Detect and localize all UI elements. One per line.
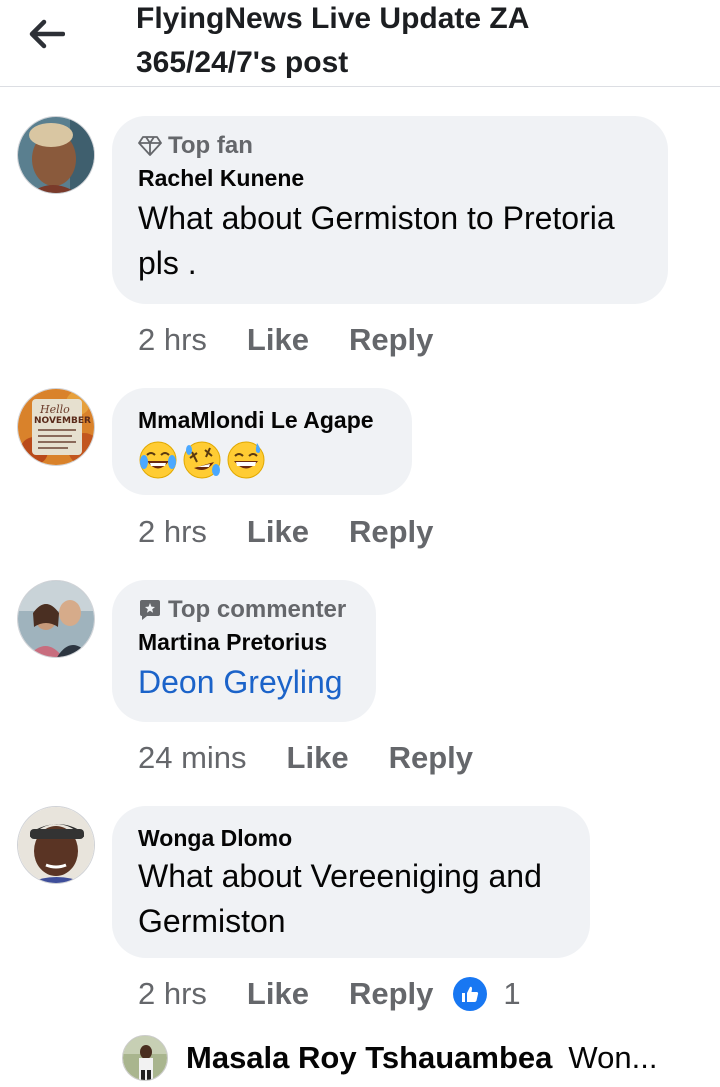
comment-author[interactable]: Martina Pretorius <box>138 626 350 658</box>
badge-label: Top fan <box>168 132 253 159</box>
avatar[interactable] <box>17 806 95 884</box>
avatar-hello-text: Hello <box>39 403 70 416</box>
reply-author[interactable]: Masala Roy Tshauambea <box>186 1040 552 1076</box>
post-header: FlyingNews Live Update ZA 365/24/7's pos… <box>0 0 720 87</box>
comment-bubble[interactable]: Top commenter Martina Pretorius Deon Gre… <box>112 580 376 722</box>
comment-author[interactable]: Wonga Dlomo <box>138 822 564 854</box>
comment-author[interactable]: MmaMlondi Le Agape <box>138 404 386 436</box>
reply-button[interactable]: Reply <box>349 512 433 552</box>
avatar-november-text: NOVEMBER <box>34 416 91 426</box>
like-button[interactable]: Like <box>247 974 309 1014</box>
like-button[interactable]: Like <box>247 512 309 552</box>
back-button[interactable] <box>22 12 72 56</box>
comment-bubble[interactable]: Top fan Rachel Kunene What about Germist… <box>112 116 668 304</box>
reply-snippet: Won... <box>568 1040 658 1075</box>
like-reaction-icon <box>453 977 488 1011</box>
comment-timestamp[interactable]: 2 hrs <box>138 512 207 552</box>
like-button[interactable]: Like <box>247 320 309 360</box>
rolling-laughing-emoji <box>183 441 221 479</box>
comment-star-icon <box>140 600 160 620</box>
reply-button[interactable]: Reply <box>349 320 433 360</box>
comment-text: What about Vereeniging and Germiston <box>138 858 542 939</box>
avatar[interactable] <box>17 580 95 658</box>
page-title-line1: FlyingNews Live Update ZA <box>136 2 530 35</box>
comment-actions: 24 mins Like Reply <box>138 738 513 778</box>
badge-label: Top commenter <box>168 596 347 623</box>
avatar[interactable] <box>122 1035 168 1081</box>
avatar[interactable] <box>17 116 95 194</box>
page-title: FlyingNews Live Update ZA 365/24/7's pos… <box>136 0 696 85</box>
avatar[interactable]: Hello NOVEMBER <box>17 388 95 466</box>
comment-timestamp[interactable]: 24 mins <box>138 738 247 778</box>
reply-button[interactable]: Reply <box>389 738 473 778</box>
comment-actions: 2 hrs Like Reply <box>138 512 473 552</box>
comment-actions: 2 hrs Like Reply 1 <box>138 974 521 1014</box>
page-title-line2: 365/24/7's post <box>136 46 349 79</box>
like-button[interactable]: Like <box>287 738 349 778</box>
reaction-count: 1 <box>503 976 521 1011</box>
tears-of-joy-emoji <box>139 441 177 479</box>
comment-text: What about Germiston to Pretoria pls . <box>138 200 615 281</box>
comment-bubble[interactable]: Wonga Dlomo What about Vereeniging and G… <box>112 806 590 958</box>
back-arrow-icon <box>29 19 65 49</box>
top-fan-badge: Top fan <box>138 130 642 162</box>
reply-button[interactable]: Reply <box>349 974 433 1014</box>
reaction-summary[interactable]: 1 <box>453 974 521 1014</box>
comment-bubble[interactable]: MmaMlondi Le Agape <box>112 388 412 495</box>
diamond-icon <box>138 136 162 156</box>
comment-author[interactable]: Rachel Kunene <box>138 162 642 194</box>
grinning-sweat-emoji <box>227 441 265 479</box>
mention-link[interactable]: Deon Greyling <box>138 660 350 705</box>
comment-timestamp[interactable]: 2 hrs <box>138 320 207 360</box>
emoji-row <box>138 440 386 480</box>
comment-timestamp[interactable]: 2 hrs <box>138 974 207 1014</box>
top-commenter-badge: Top commenter <box>138 594 350 626</box>
reply-preview[interactable]: Masala Roy Tshauambea Won... <box>122 1034 712 1082</box>
comment-actions: 2 hrs Like Reply <box>138 320 473 360</box>
